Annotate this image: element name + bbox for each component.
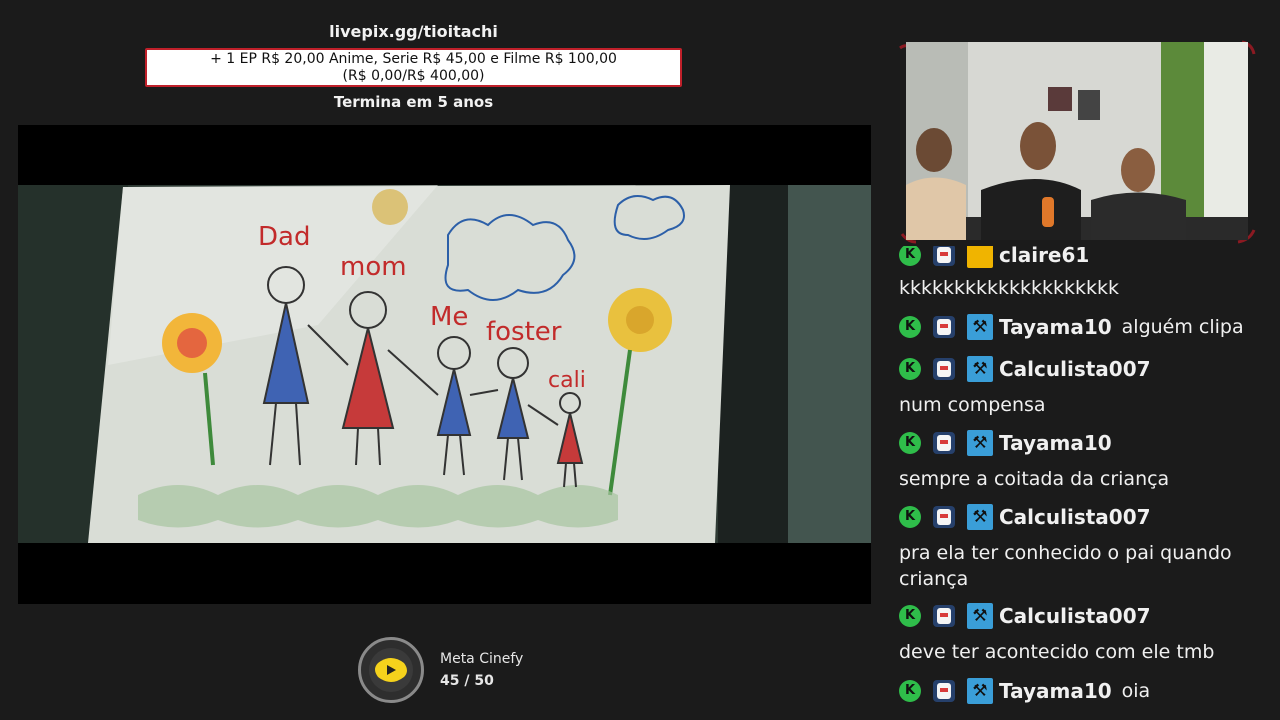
chat-username[interactable]: claire61 [999, 246, 1089, 267]
k-badge-icon [899, 358, 921, 380]
chat-username[interactable]: Calculista007 [999, 357, 1151, 381]
chat-row: Calculista007 [899, 356, 1151, 382]
chat-row: Calculista007 [899, 504, 1151, 530]
chat-row: Tayama10 oia [899, 678, 1150, 704]
subscriber-badge-icon [967, 246, 993, 268]
k-badge-icon [899, 246, 921, 266]
video-frame: Dad mom Me foster cali [18, 125, 871, 604]
webcam-overlay [898, 38, 1258, 246]
chat-panel: claire61 kkkkkkkkkkkkkkkkkkkk Tayama10 a… [872, 246, 1280, 720]
mask-badge-icon [933, 432, 955, 454]
goal-ends: Termina em 5 anos [333, 93, 494, 111]
drawing-label-dad: Dad [258, 222, 310, 252]
moderator-badge-icon [967, 356, 993, 382]
chat-row-partial: claire61 [899, 246, 1089, 268]
chat-username[interactable]: Tayama10 [999, 679, 1112, 703]
mask-badge-icon [933, 680, 955, 702]
chat-message: num compensa [899, 394, 1046, 416]
goal-line-2: (R$ 0,00/R$ 400,00) [342, 68, 485, 84]
chat-username[interactable]: Tayama10 [999, 315, 1112, 339]
cinefy-icon [375, 658, 407, 682]
meta-cinefy-badge [358, 637, 424, 703]
mask-badge-icon [933, 506, 955, 528]
drawing-label-foster: foster [486, 317, 562, 347]
k-badge-icon [899, 316, 921, 338]
chat-message: kkkkkkkkkkkkkkkkkkkk [899, 277, 1120, 299]
moderator-badge-icon [967, 504, 993, 530]
chat-username[interactable]: Tayama10 [999, 431, 1112, 455]
chat-message: deve ter acontecido com ele tmb [899, 641, 1215, 663]
chat-message: sempre a coitada da criança [899, 468, 1170, 490]
moderator-badge-icon [967, 603, 993, 629]
goal-line-1: + 1 EP R$ 20,00 Anime, Serie R$ 45,00 e … [210, 51, 617, 67]
k-badge-icon [899, 506, 921, 528]
chat-message: pra ela ter conhecido o pai quando crian… [899, 542, 1232, 590]
meta-progress: 45 / 50 [440, 673, 494, 689]
chat-row: Tayama10 [899, 430, 1112, 456]
drawing-label-mom: mom [340, 252, 407, 282]
chat-row: Calculista007 [899, 603, 1151, 629]
webcam-feed [906, 42, 1248, 240]
chat-message: oia [1121, 680, 1151, 702]
mask-badge-icon [933, 316, 955, 338]
chat-row: Tayama10 alguém clipa [899, 314, 1244, 340]
moderator-badge-icon [967, 678, 993, 704]
mask-badge-icon [933, 605, 955, 627]
meta-title: Meta Cinefy [440, 651, 524, 667]
k-badge-icon [899, 605, 921, 627]
drawing-label-me: Me [430, 302, 468, 332]
mask-badge-icon [933, 358, 955, 380]
k-badge-icon [899, 680, 921, 702]
video-player[interactable]: Dad mom Me foster cali [18, 125, 871, 604]
chat-username[interactable]: Calculista007 [999, 505, 1151, 529]
mask-badge-icon [933, 246, 955, 266]
goal-box: + 1 EP R$ 20,00 Anime, Serie R$ 45,00 e … [145, 48, 682, 87]
drawing-label-cali: cali [548, 368, 586, 393]
k-badge-icon [899, 432, 921, 454]
chat-username[interactable]: Calculista007 [999, 604, 1151, 628]
chat-message: alguém clipa [1121, 316, 1244, 338]
moderator-badge-icon [967, 430, 993, 456]
moderator-badge-icon [967, 314, 993, 340]
goal-url: livepix.gg/tioitachi [329, 22, 498, 41]
